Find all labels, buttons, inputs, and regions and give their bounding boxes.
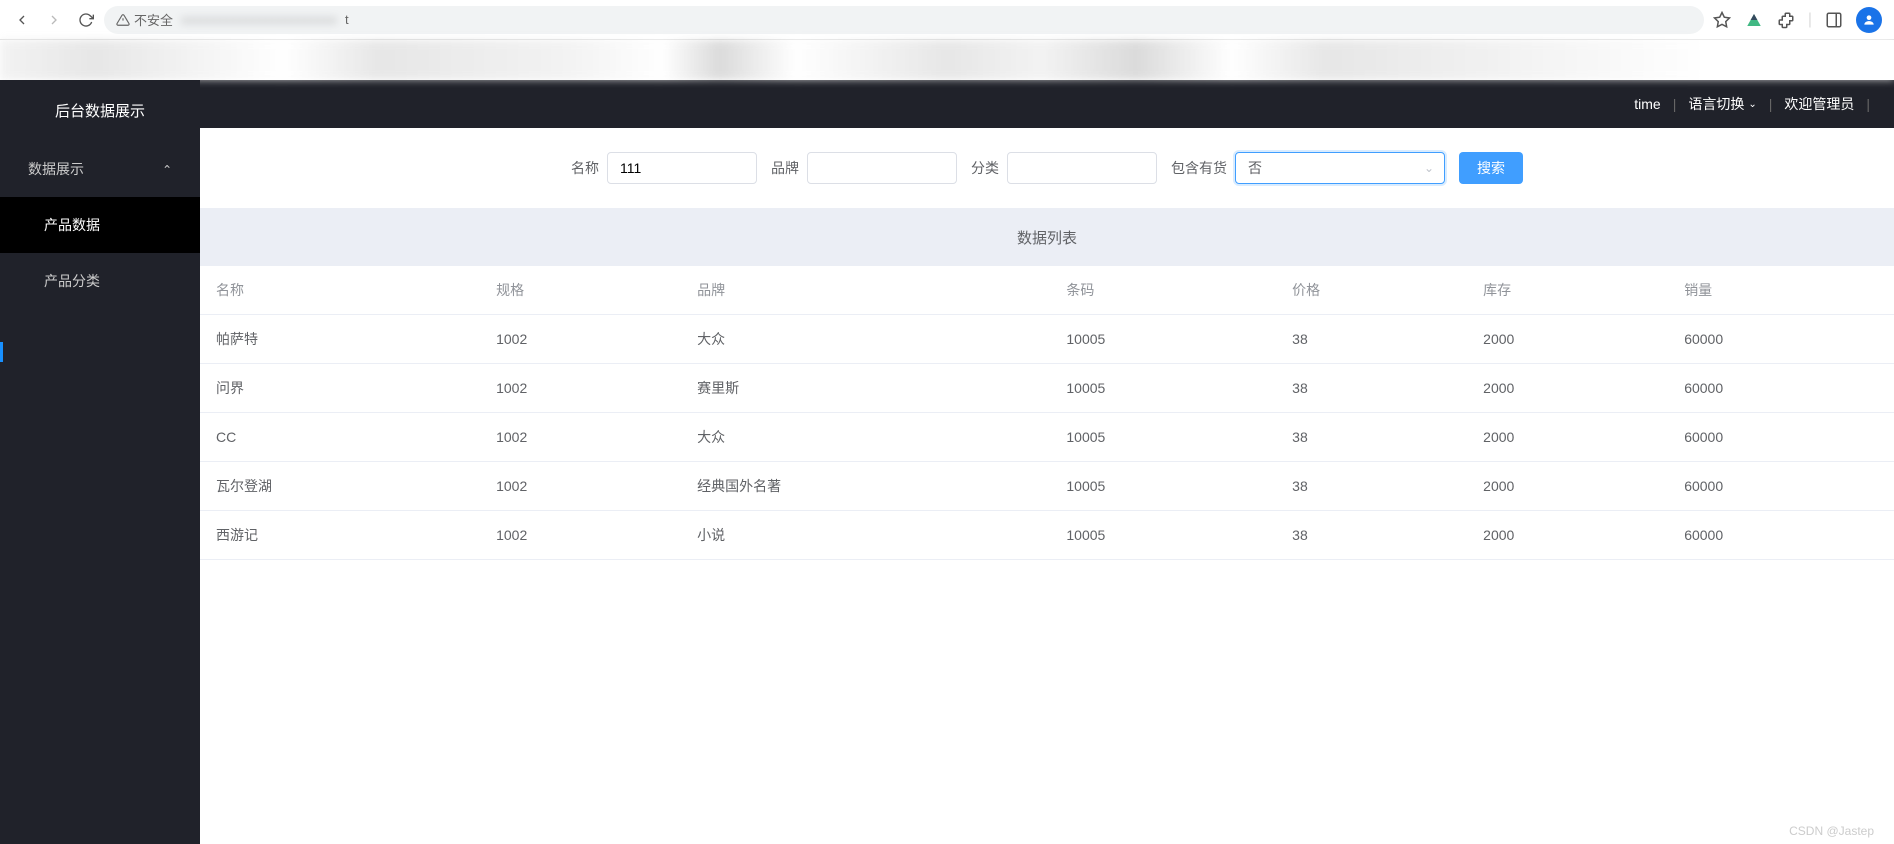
search-brand-label: 品牌 xyxy=(771,158,799,178)
table-cell: 2000 xyxy=(1467,413,1668,462)
search-name-label: 名称 xyxy=(571,158,599,178)
data-table: 名称规格品牌条码价格库存销量 帕萨特1002大众1000538200060000… xyxy=(200,266,1894,560)
table-cell: 10005 xyxy=(1050,462,1276,511)
search-instock-select[interactable]: 否 ⌄ xyxy=(1235,152,1445,184)
table-cell: 西游记 xyxy=(200,511,480,560)
search-category-label: 分类 xyxy=(971,158,999,178)
table-row[interactable]: 瓦尔登湖1002经典国外名著1000538200060000 xyxy=(200,462,1894,511)
table-cell: 2000 xyxy=(1467,462,1668,511)
table-cell: 60000 xyxy=(1668,413,1894,462)
table-cell: 赛里斯 xyxy=(681,364,1050,413)
table-cell: 1002 xyxy=(480,413,681,462)
table-header-cell: 条码 xyxy=(1050,266,1276,315)
table-cell: 10005 xyxy=(1050,364,1276,413)
header-time: time xyxy=(1630,96,1664,112)
extensions-icon[interactable] xyxy=(1776,10,1796,30)
search-brand-input[interactable] xyxy=(807,152,957,184)
back-button[interactable] xyxy=(12,10,32,30)
sidebar-item-product-data[interactable]: 产品数据 xyxy=(0,197,200,253)
table-cell: 38 xyxy=(1276,315,1467,364)
table-cell: 10005 xyxy=(1050,511,1276,560)
table-cell: 瓦尔登湖 xyxy=(200,462,480,511)
search-name-input[interactable] xyxy=(607,152,757,184)
panel-icon[interactable] xyxy=(1824,10,1844,30)
table-cell: 38 xyxy=(1276,413,1467,462)
sidebar-item-product-category[interactable]: 产品分类 xyxy=(0,253,200,309)
table-cell: 10005 xyxy=(1050,413,1276,462)
browser-toolbar: 不安全 xxxxxxxxxxxxxxxxxxxxxxxx t | xyxy=(0,0,1894,40)
sidebar: 后台数据展示 数据展示 ⌄ 产品数据 产品分类 xyxy=(0,80,200,844)
search-category-input[interactable] xyxy=(1007,152,1157,184)
warning-icon xyxy=(116,13,130,27)
table-cell: 60000 xyxy=(1668,462,1894,511)
table-cell: 帕萨特 xyxy=(200,315,480,364)
sidebar-item-label: 数据展示 xyxy=(28,159,84,179)
sidebar-indicator xyxy=(0,342,3,362)
table-cell: 大众 xyxy=(681,413,1050,462)
chevron-down-icon: ⌄ xyxy=(1748,99,1756,110)
search-bar: 名称 品牌 分类 包含有货 否 ⌄ 搜索 xyxy=(200,128,1894,208)
table-row[interactable]: CC1002大众1000538200060000 xyxy=(200,413,1894,462)
table-cell: 60000 xyxy=(1668,364,1894,413)
table-header-cell: 销量 xyxy=(1668,266,1894,315)
table-cell: 1002 xyxy=(480,315,681,364)
url-bar[interactable]: 不安全 xxxxxxxxxxxxxxxxxxxxxxxx t xyxy=(104,6,1704,34)
app-header: time | 语言切换 ⌄ | 欢迎管理员 | xyxy=(200,80,1894,128)
table-cell: 60000 xyxy=(1668,315,1894,364)
header-welcome: 欢迎管理员 xyxy=(1780,94,1858,114)
table-cell: 38 xyxy=(1276,511,1467,560)
table-cell: CC xyxy=(200,413,480,462)
forward-button[interactable] xyxy=(44,10,64,30)
search-instock-label: 包含有货 xyxy=(1171,158,1227,178)
blurred-tab-area xyxy=(0,40,1894,80)
table-cell: 问界 xyxy=(200,364,480,413)
vue-devtools-icon[interactable] xyxy=(1744,10,1764,30)
table-title: 数据列表 xyxy=(200,208,1894,266)
table-cell: 1002 xyxy=(480,462,681,511)
table-cell: 10005 xyxy=(1050,315,1276,364)
table-cell: 1002 xyxy=(480,511,681,560)
table-cell: 2000 xyxy=(1467,511,1668,560)
table-header-cell: 名称 xyxy=(200,266,480,315)
table-header-cell: 库存 xyxy=(1467,266,1668,315)
table-cell: 60000 xyxy=(1668,511,1894,560)
search-button[interactable]: 搜索 xyxy=(1459,152,1523,184)
table-row[interactable]: 问界1002赛里斯1000538200060000 xyxy=(200,364,1894,413)
insecure-label: 不安全 xyxy=(134,10,173,29)
table-header-cell: 品牌 xyxy=(681,266,1050,315)
sidebar-item-label: 产品分类 xyxy=(44,271,100,291)
table-header-row: 名称规格品牌条码价格库存销量 xyxy=(200,266,1894,315)
table-cell: 小说 xyxy=(681,511,1050,560)
header-lang-switch[interactable]: 语言切换 ⌄ xyxy=(1684,94,1760,114)
table-cell: 2000 xyxy=(1467,364,1668,413)
sidebar-item-label: 产品数据 xyxy=(44,215,100,235)
url-suffix: t xyxy=(345,12,349,27)
table-header-cell: 价格 xyxy=(1276,266,1467,315)
profile-avatar[interactable] xyxy=(1856,7,1882,33)
star-icon[interactable] xyxy=(1712,10,1732,30)
sidebar-item-data-display[interactable]: 数据展示 ⌄ xyxy=(0,141,200,197)
table-cell: 经典国外名著 xyxy=(681,462,1050,511)
reload-button[interactable] xyxy=(76,10,96,30)
chevron-up-icon: ⌄ xyxy=(162,162,172,176)
table-cell: 38 xyxy=(1276,364,1467,413)
watermark: CSDN @Jastep xyxy=(1789,824,1874,838)
table-cell: 38 xyxy=(1276,462,1467,511)
table-header-cell: 规格 xyxy=(480,266,681,315)
chevron-down-icon: ⌄ xyxy=(1424,161,1434,175)
table-cell: 1002 xyxy=(480,364,681,413)
table-cell: 2000 xyxy=(1467,315,1668,364)
table-row[interactable]: 西游记1002小说1000538200060000 xyxy=(200,511,1894,560)
table-cell: 大众 xyxy=(681,315,1050,364)
table-row[interactable]: 帕萨特1002大众1000538200060000 xyxy=(200,315,1894,364)
sidebar-title: 后台数据展示 xyxy=(0,80,200,141)
